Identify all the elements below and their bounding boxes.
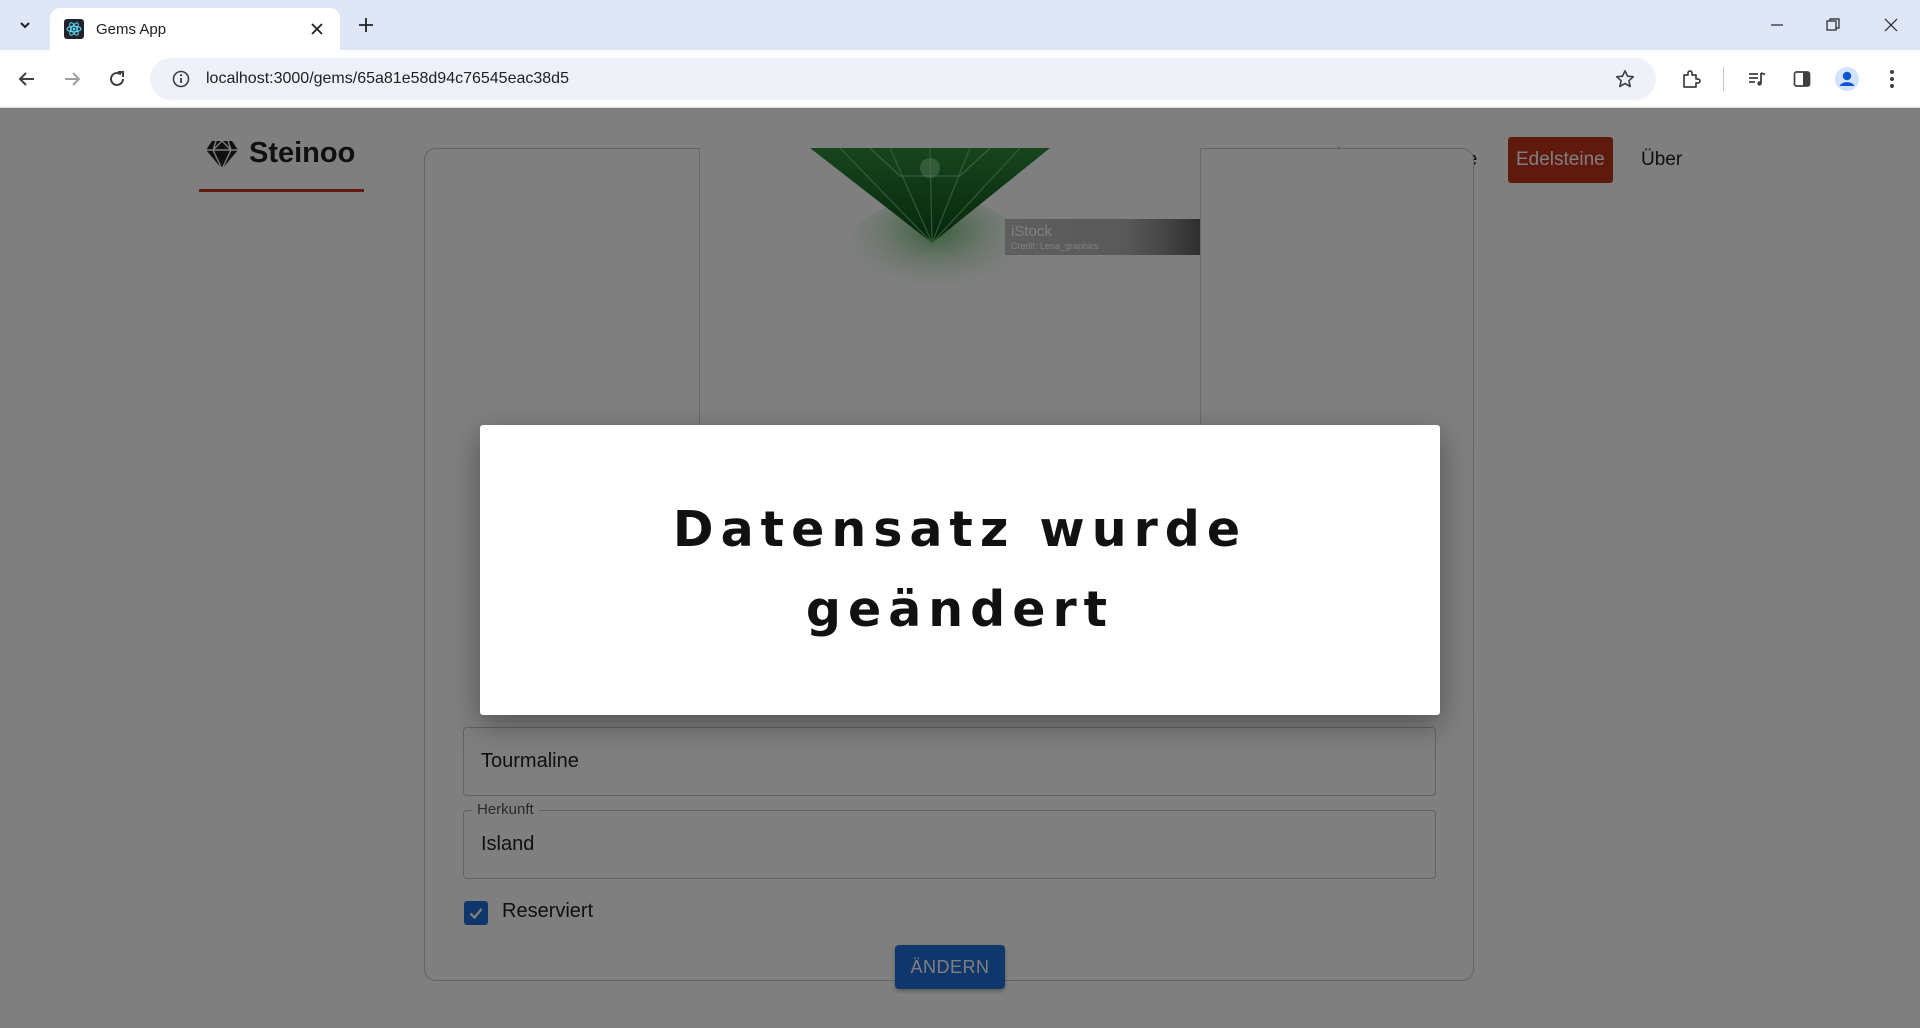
- new-tab-plus-icon[interactable]: [352, 11, 380, 39]
- side-panel-icon[interactable]: [1786, 63, 1818, 95]
- browser-tab[interactable]: Gems App: [50, 8, 340, 50]
- url-text: localhost:3000/gems/65a81e58d94c76545eac…: [206, 70, 569, 87]
- media-control-icon[interactable]: [1741, 63, 1773, 95]
- modal-message: Datensatz wurde geändert: [672, 501, 1248, 638]
- site-info-icon[interactable]: [170, 68, 192, 90]
- toolbar-separator: [1723, 67, 1724, 91]
- bookmark-star-icon[interactable]: [1610, 64, 1640, 94]
- tab-close-icon[interactable]: [306, 18, 328, 40]
- react-favicon-icon: [64, 19, 84, 39]
- page-viewport: Steinoo DE Startseite Edelsteine Über: [0, 108, 1920, 1028]
- browser-menu-icon[interactable]: [1876, 63, 1908, 95]
- back-arrow-icon[interactable]: [11, 63, 43, 95]
- window-restore-icon[interactable]: [1813, 8, 1853, 42]
- browser-toolbar: localhost:3000/gems/65a81e58d94c76545eac…: [0, 50, 1920, 108]
- address-bar[interactable]: localhost:3000/gems/65a81e58d94c76545eac…: [150, 58, 1656, 100]
- window-minimize-icon[interactable]: [1757, 8, 1797, 42]
- success-modal: Datensatz wurde geändert: [480, 425, 1440, 715]
- tab-search-dropdown-icon[interactable]: [10, 10, 40, 40]
- window-close-icon[interactable]: [1871, 8, 1911, 42]
- forward-arrow-icon[interactable]: [56, 63, 88, 95]
- reload-icon[interactable]: [101, 63, 133, 95]
- browser-tab-bar: Gems App: [0, 0, 1920, 50]
- extensions-puzzle-icon[interactable]: [1675, 63, 1707, 95]
- profile-avatar-icon[interactable]: [1831, 63, 1863, 95]
- tab-title: Gems App: [96, 20, 167, 38]
